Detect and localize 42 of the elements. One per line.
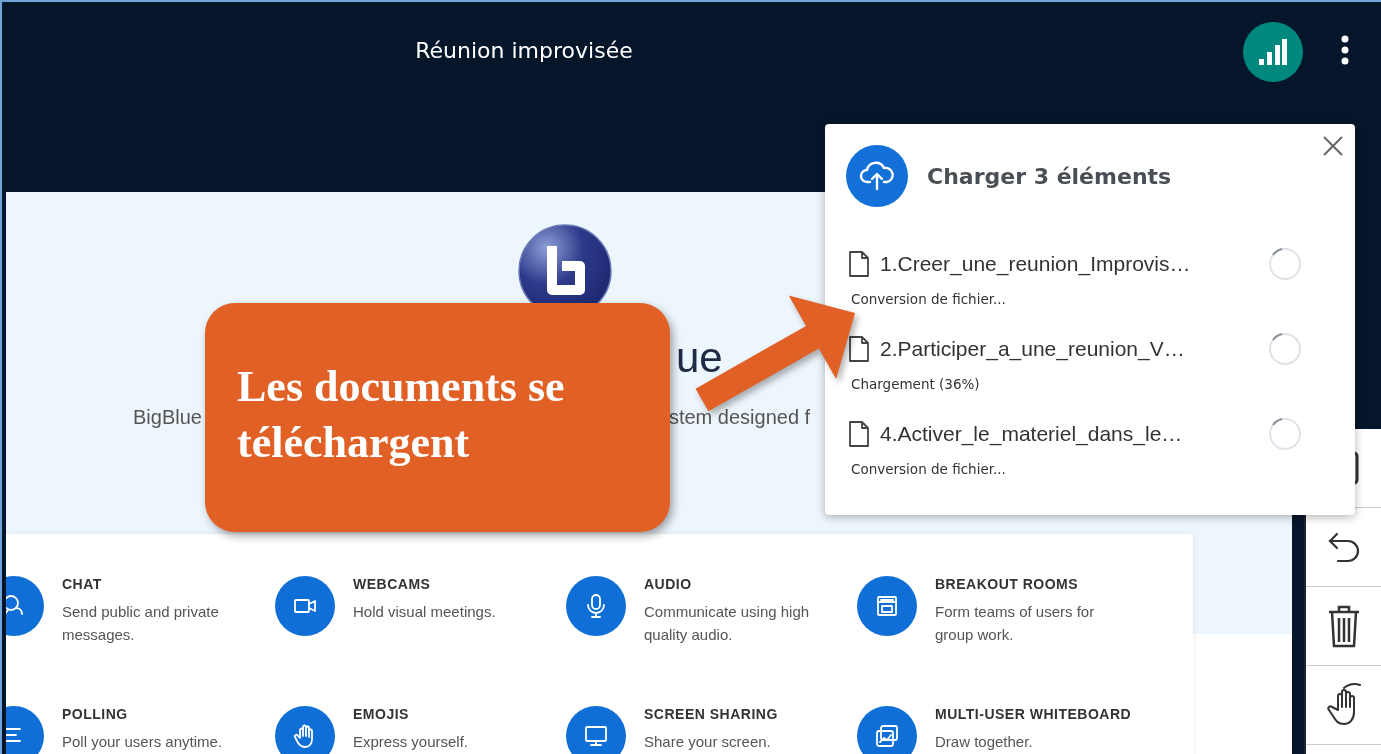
meeting-title: Réunion improvisée (415, 38, 633, 63)
feature-title: CHAT (62, 576, 103, 592)
signal-bars-icon (1258, 39, 1288, 65)
feature-title: POLLING (62, 706, 129, 722)
breakout-feature-icon (857, 576, 917, 636)
close-icon[interactable] (1321, 134, 1345, 158)
trash-icon[interactable] (1326, 604, 1361, 648)
annotation-callout: Les documents se téléchargent (205, 303, 670, 532)
upload-status: Chargement (36%) (851, 376, 981, 392)
file-name: 2.Participer_a_une_reunion_V… (880, 337, 1186, 361)
feature-description: Share your screen. (644, 732, 772, 752)
feature-description: Communicate using high quality audio. (644, 602, 811, 645)
product-tagline: stem designed f (668, 406, 811, 429)
feature-title: AUDIO (644, 576, 693, 592)
feature-title: WEBCAMS (353, 576, 432, 592)
audio-feature-icon (566, 576, 626, 636)
feature-description: Hold visual meetings. (353, 602, 497, 622)
document-icon (849, 336, 869, 362)
feature-title: SCREEN SHARING (644, 706, 779, 722)
feature-description: Form teams of users for group work. (935, 602, 1096, 645)
feature-title: MULTI-USER WHITEBOARD (935, 706, 1133, 722)
loading-spinner-icon (1268, 417, 1302, 451)
file-name: 1.Creer_une_reunion_Improvis… (880, 252, 1192, 276)
feature-description: Poll your users anytime. (62, 732, 224, 752)
more-options-icon[interactable] (1340, 35, 1350, 65)
product-tagline: BigBlue (133, 406, 202, 429)
upload-status: Conversion de fichier... (851, 461, 1007, 477)
document-icon (849, 421, 869, 447)
webcam-feature-icon (275, 576, 335, 636)
product-heading: ue (676, 334, 723, 382)
feature-description: Draw together. (935, 732, 1034, 752)
file-name: 4.Activer_le_materiel_dans_le… (880, 422, 1184, 446)
upload-status: Conversion de fichier... (851, 291, 1007, 307)
feature-title: BREAKOUT ROOMS (935, 576, 1080, 592)
document-icon (849, 251, 869, 277)
dialog-title: Charger 3 éléments (927, 163, 1172, 189)
feature-title: EMOJIS (353, 706, 410, 722)
loading-spinner-icon (1268, 332, 1302, 366)
connection-status-button[interactable] (1243, 22, 1303, 82)
feature-description: Send public and private messages. (62, 602, 220, 645)
loading-spinner-icon (1268, 247, 1302, 281)
feature-description: Express yourself. (353, 732, 470, 752)
